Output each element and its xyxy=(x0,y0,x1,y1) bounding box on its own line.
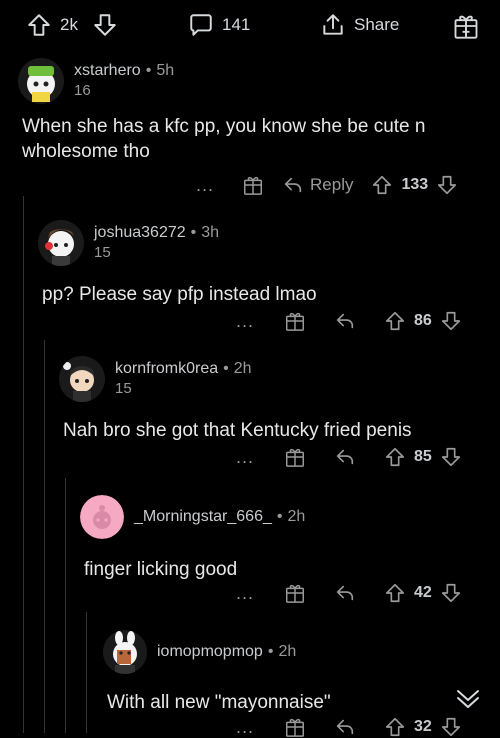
comment: kornfromk0rea • 2h 15 Nah bro she got that… xyxy=(59,356,489,443)
vote-score: 42 xyxy=(414,584,432,601)
share-icon xyxy=(320,12,346,38)
timestamp: 2h xyxy=(278,643,297,660)
comment-body: pp? Please say pfp instead lmao xyxy=(42,284,317,305)
comment: joshua36272 • 3h 15 pp? Please say pfp ins… xyxy=(38,220,488,307)
avatar[interactable] xyxy=(59,356,105,402)
vote-score: 133 xyxy=(401,176,429,193)
username[interactable]: xstarhero xyxy=(74,62,141,79)
comment-body: finger licking good xyxy=(84,559,238,580)
comment-actions: ... 86 xyxy=(236,310,462,332)
upvote-icon[interactable] xyxy=(384,446,406,468)
comment-actions: ... Reply 133 xyxy=(196,174,458,196)
award-gift-icon[interactable] xyxy=(284,716,306,738)
vote-score: 85 xyxy=(414,448,432,465)
separator-dot: • xyxy=(276,508,283,525)
upvote-icon[interactable] xyxy=(26,12,52,38)
share-label: Share xyxy=(354,15,400,34)
comment-body: With all new "mayonnaise" xyxy=(107,692,331,713)
more-options-button[interactable]: ... xyxy=(196,175,214,196)
comments-button[interactable]: 141 xyxy=(188,12,250,38)
more-options-button[interactable]: ... xyxy=(236,311,254,332)
downvote-icon[interactable] xyxy=(436,174,458,196)
downvote-icon[interactable] xyxy=(440,716,462,738)
award-gift-icon[interactable] xyxy=(284,310,306,332)
username[interactable]: iomopmopmop xyxy=(157,643,263,660)
avatar[interactable] xyxy=(103,630,147,674)
reply-arrow-icon[interactable] xyxy=(334,446,356,468)
reply-button[interactable]: Reply xyxy=(310,175,353,195)
upvote-icon[interactable] xyxy=(384,716,406,738)
username[interactable]: _Morningstar_666_ xyxy=(134,508,272,525)
thread-line-2[interactable] xyxy=(44,340,45,733)
share-button[interactable]: Share xyxy=(320,12,399,38)
separator-dot: • xyxy=(223,360,229,377)
upvote-icon[interactable] xyxy=(384,310,406,332)
comment: _Morningstar_666_ • 2h finger licking good xyxy=(80,495,490,582)
comment-actions: ... 32 xyxy=(236,716,462,738)
separator-dot: • xyxy=(267,643,274,660)
downvote-icon[interactable] xyxy=(440,582,462,604)
post-action-bar: 2k 141 Share xyxy=(0,0,500,52)
reply-arrow-icon[interactable] xyxy=(334,582,356,604)
timestamp: 2h xyxy=(287,508,306,525)
comment-bubble-icon xyxy=(188,12,214,38)
separator-dot: • xyxy=(145,62,152,79)
user-flair: 15 xyxy=(115,380,132,397)
comment-actions: ... 85 xyxy=(236,446,462,468)
timestamp: 5h xyxy=(156,62,175,79)
user-flair: 15 xyxy=(94,244,111,261)
timestamp: 2h xyxy=(233,360,252,377)
downvote-icon[interactable] xyxy=(92,12,118,38)
vote-score: 32 xyxy=(414,718,432,735)
timestamp: 3h xyxy=(201,224,220,241)
comment-body: When she has a kfc pp, you know she be c… xyxy=(22,116,426,162)
reply-arrow-icon[interactable] xyxy=(334,716,356,738)
comment-actions: ... 42 xyxy=(236,582,462,604)
avatar[interactable] xyxy=(80,495,124,539)
username[interactable]: joshua36272 xyxy=(94,224,186,241)
upvote-icon[interactable] xyxy=(371,174,393,196)
award-button[interactable] xyxy=(452,12,480,40)
award-gift-icon[interactable] xyxy=(242,174,264,196)
comment: xstarhero • 5h 16 When she has a kfc pp, y… xyxy=(18,58,488,164)
comment: iomopmopmop • 2h With all new "mayonnaise" xyxy=(103,630,493,715)
reply-arrow-icon[interactable] xyxy=(334,310,356,332)
avatar[interactable] xyxy=(18,58,64,104)
award-gift-icon[interactable] xyxy=(284,446,306,468)
upvote-icon[interactable] xyxy=(384,582,406,604)
post-upvote-count: 2k xyxy=(60,15,78,34)
thread-line-4[interactable] xyxy=(86,612,87,733)
comment-count: 141 xyxy=(222,15,251,34)
downvote-icon[interactable] xyxy=(440,310,462,332)
user-flair: 16 xyxy=(74,82,91,99)
post-vote-group: 2k xyxy=(26,12,118,38)
separator-dot: • xyxy=(190,224,197,241)
reply-arrow-icon[interactable] xyxy=(282,174,304,196)
collapse-chevron-icon[interactable] xyxy=(455,688,481,710)
comment-body: Nah bro she got that Kentucky fried peni… xyxy=(63,420,412,441)
avatar[interactable] xyxy=(38,220,84,266)
more-options-button[interactable]: ... xyxy=(236,717,254,738)
thread-line-3[interactable] xyxy=(65,478,66,733)
comment-header: xstarhero • 5h 16 xyxy=(18,58,488,104)
downvote-icon[interactable] xyxy=(440,446,462,468)
thread-line-1[interactable] xyxy=(23,196,24,733)
award-gift-icon[interactable] xyxy=(284,582,306,604)
username[interactable]: kornfromk0rea xyxy=(115,360,218,377)
vote-score: 86 xyxy=(414,312,432,329)
more-options-button[interactable]: ... xyxy=(236,583,254,604)
award-gift-icon xyxy=(452,12,480,40)
more-options-button[interactable]: ... xyxy=(236,447,254,468)
